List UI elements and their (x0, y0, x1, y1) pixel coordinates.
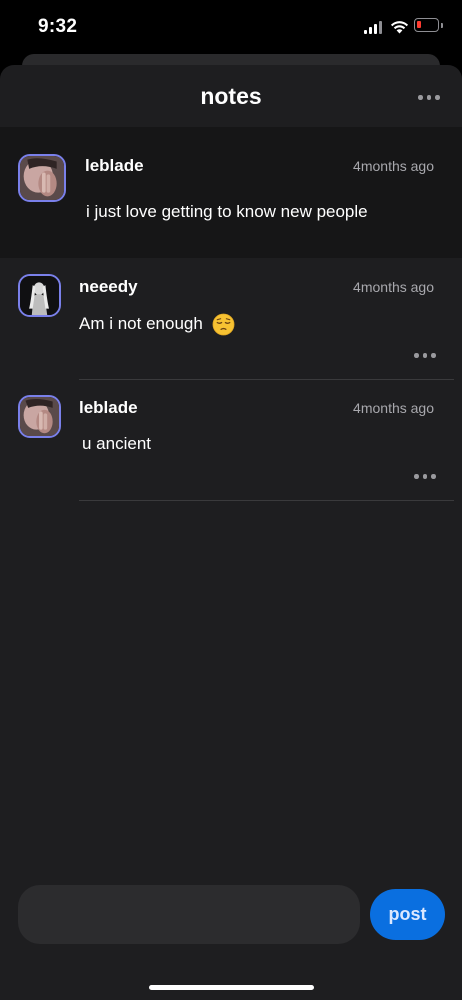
user-photo-icon (20, 156, 64, 200)
status-bar: 9:32 (0, 0, 462, 54)
wifi-icon (390, 21, 409, 34)
note-text: Am i not enough (79, 313, 235, 336)
note-username[interactable]: leblade (85, 156, 144, 176)
note-text: i just love getting to know new people (86, 202, 368, 221)
pensive-face-emoji-icon (212, 313, 234, 336)
note-timestamp: 4months ago (353, 158, 434, 174)
home-indicator[interactable] (149, 985, 314, 990)
note-text-content: Am i not enough (79, 313, 203, 333)
user-photo-icon (20, 276, 59, 315)
note-item-highlighted[interactable] (0, 127, 462, 258)
header: notes (0, 65, 462, 127)
note-username[interactable]: neeedy (79, 277, 138, 297)
user-photo-icon (20, 397, 59, 436)
more-horizontal-icon[interactable] (418, 95, 440, 100)
note-timestamp: 4months ago (353, 400, 434, 416)
cellular-signal-icon (364, 21, 384, 34)
status-time: 9:32 (38, 16, 78, 37)
divider (79, 500, 454, 501)
note-username[interactable]: leblade (79, 398, 138, 418)
divider (79, 379, 454, 380)
avatar[interactable] (18, 274, 61, 317)
note-more-icon[interactable] (414, 474, 436, 479)
note-input[interactable] (18, 885, 360, 944)
avatar[interactable] (18, 395, 61, 438)
post-button[interactable]: post (370, 889, 445, 940)
page-title: notes (200, 83, 262, 109)
note-more-icon[interactable] (414, 353, 436, 358)
note-timestamp: 4months ago (353, 279, 434, 295)
avatar[interactable] (18, 154, 66, 202)
battery-icon (414, 18, 443, 32)
note-text: u ancient (82, 434, 151, 453)
